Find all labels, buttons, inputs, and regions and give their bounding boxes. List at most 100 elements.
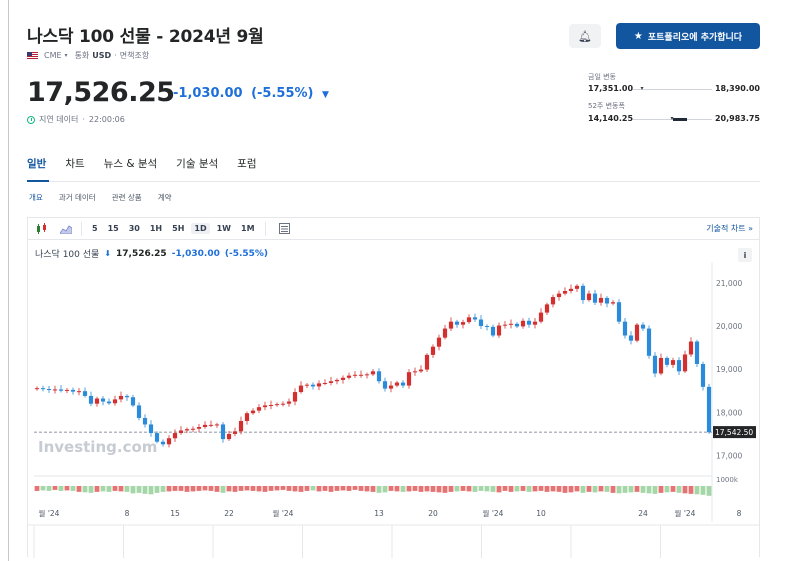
interval-1w[interactable]: 1W [214, 223, 234, 234]
volume-bar [532, 486, 538, 492]
volume-bar [706, 486, 712, 496]
volume-bar [508, 486, 514, 492]
candle-body [472, 317, 478, 320]
volume-bar [664, 486, 670, 493]
subtab-historical[interactable]: 과거 데이터 [59, 192, 96, 203]
candle-body [388, 385, 394, 389]
y-tick-label: 21,000 [716, 279, 742, 288]
exchange-label[interactable]: CME [44, 51, 62, 60]
candle-body [316, 383, 322, 387]
page-title: 나스닥 100 선물 - 2024년 9월 [27, 27, 264, 47]
subtab-summary[interactable]: 개요 [29, 192, 43, 203]
candle-body [568, 288, 574, 291]
candle-body [550, 297, 556, 305]
volume-bar [64, 486, 70, 491]
interval-1d[interactable]: 1D [191, 223, 210, 234]
subtab-contracts[interactable]: 계약 [158, 192, 172, 203]
y-tick-label: 17,000 [716, 452, 742, 461]
candle-body [622, 321, 628, 336]
x-tick-label: 8 [125, 509, 130, 518]
candle-body [460, 322, 466, 325]
volume-bar [214, 486, 220, 492]
volume-bar [172, 486, 178, 491]
candle-body [688, 341, 694, 355]
tab-overview[interactable]: 일반 [27, 156, 46, 171]
volume-bar [142, 486, 148, 494]
candle-body [382, 381, 388, 389]
disclaimer-link[interactable]: 면책조항 [120, 50, 149, 61]
week52-range-bar: ▾ [633, 115, 712, 122]
subtab-related[interactable]: 관련 상품 [112, 192, 142, 203]
candle-body [490, 326, 496, 336]
add-to-portfolio-button[interactable]: ★ 포트폴리오에 추가합니다 [616, 23, 760, 49]
candle-body [508, 323, 514, 325]
x-tick-label: 15 [170, 509, 180, 518]
interval-5[interactable]: 5 [89, 223, 101, 234]
volume-bar [106, 486, 112, 492]
candle-body [598, 297, 604, 303]
volume-bar [442, 486, 448, 493]
currency-label: 통화 [74, 51, 90, 60]
tab-chart[interactable]: 차트 [65, 156, 84, 171]
interval-5h[interactable]: 5H [169, 223, 187, 234]
table-view-icon[interactable] [275, 221, 295, 237]
candle-body [268, 405, 274, 406]
week52-range-low: 14,140.25 [588, 114, 634, 123]
interval-30[interactable]: 30 [126, 223, 143, 234]
technical-chart-link[interactable]: 기술적 차트 » [706, 223, 753, 234]
candle-body [208, 424, 214, 426]
candle-body [682, 354, 688, 372]
candle-body [580, 285, 586, 301]
candle-body [574, 285, 580, 289]
candle-body [148, 424, 154, 434]
candle-body [556, 293, 562, 298]
y-tick-label: 18,000 [716, 408, 742, 417]
volume-bar [658, 486, 664, 493]
volume-bar [598, 486, 604, 492]
candle-body [196, 427, 202, 429]
volume-bar [526, 486, 532, 492]
candlestick-chart[interactable]: 17,000 18,000 19,000 20,000 21,000 Investing.… [28, 262, 759, 558]
currency-value: USD [92, 51, 112, 60]
interval-15[interactable]: 15 [105, 223, 122, 234]
us-flag-icon [27, 52, 38, 59]
volume-bar [46, 486, 52, 491]
candle-body [166, 438, 172, 445]
volume-bar [70, 486, 76, 491]
volume-bar [472, 486, 478, 492]
chart-panel: 5 15 30 1H 5H 1D 1W 1M 기술적 차트 » 나스닥 100 … [27, 217, 760, 558]
candle-body [310, 384, 316, 387]
volume-bar [364, 486, 370, 492]
volume-bar [568, 486, 574, 493]
candle-body [538, 312, 544, 322]
interval-1m[interactable]: 1M [238, 223, 258, 234]
interval-1h[interactable]: 1H [147, 223, 165, 234]
info-icon[interactable]: i [738, 248, 752, 262]
candlestick-icon[interactable] [32, 221, 52, 237]
volume-bar [88, 486, 94, 493]
candle-body [160, 441, 166, 445]
candle-body [220, 424, 226, 440]
area-chart-icon[interactable] [56, 221, 76, 237]
volume-bar [376, 486, 382, 493]
x-tick-label: 10 [536, 509, 546, 518]
volume-bar [190, 486, 196, 492]
candle-body [376, 371, 382, 382]
x-tick-label: 8 [737, 509, 742, 518]
tab-forum[interactable]: 포럼 [237, 156, 256, 171]
volume-bar [244, 486, 250, 491]
alert-bell-button[interactable]: 🔔︎ [569, 24, 601, 48]
delay-status: 지연 데이터 · 22:00:06 [27, 114, 125, 125]
tab-technical[interactable]: 기술 분석 [176, 156, 218, 171]
candle-body [274, 404, 280, 406]
week52-range-fill [672, 118, 687, 121]
volume-bar [280, 486, 286, 490]
volume-bar [124, 486, 130, 492]
tab-news[interactable]: 뉴스 & 분석 [104, 156, 158, 171]
candle-body [478, 319, 484, 326]
candle-body [346, 375, 352, 378]
candle-body [418, 369, 424, 372]
candle-body [106, 401, 112, 404]
chevron-down-icon[interactable]: ▾ [65, 52, 68, 59]
volume-bar [424, 486, 430, 492]
